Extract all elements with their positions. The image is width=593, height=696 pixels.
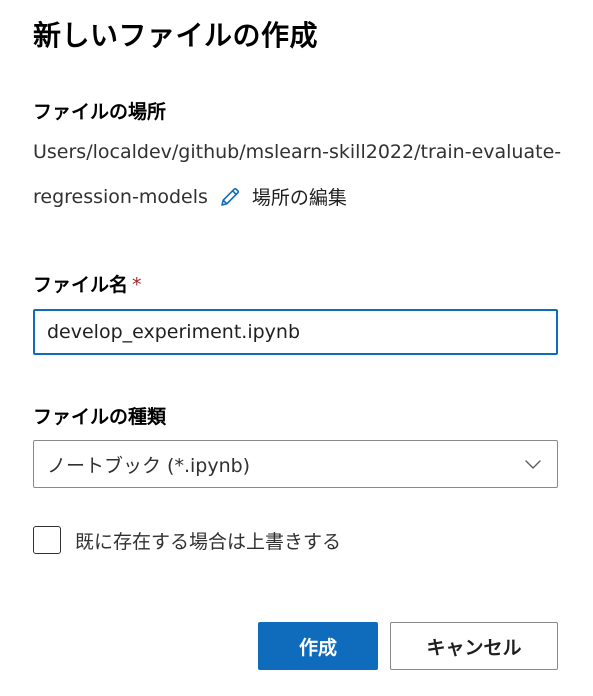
file-location-path-line2: regression-models: [33, 185, 208, 208]
file-name-label-row: ファイル名 *: [33, 270, 142, 297]
pencil-icon: [221, 187, 239, 206]
file-name-field-wrapper: [33, 309, 558, 355]
file-type-selected-value: ノートブック (*.ipynb): [47, 454, 251, 477]
dialog-title: 新しいファイルの作成: [33, 19, 319, 52]
edit-location-link[interactable]: 場所の編集: [218, 183, 347, 210]
required-indicator: *: [132, 274, 142, 296]
create-file-dialog: 新しいファイルの作成 ファイルの場所 Users/localdev/github…: [0, 0, 593, 696]
file-location-label: ファイルの場所: [33, 101, 167, 123]
overwrite-checkbox[interactable]: [33, 526, 61, 554]
file-type-label: ファイルの種類: [33, 406, 167, 428]
edit-location-label: 場所の編集: [251, 187, 347, 209]
chevron-down-icon: [525, 460, 541, 469]
file-location-path-line1: Users/localdev/github/mslearn-skill2022/…: [33, 141, 562, 163]
create-button[interactable]: 作成: [258, 622, 378, 670]
overwrite-checkbox-label[interactable]: 既に存在する場合は上書きする: [75, 527, 341, 554]
file-name-label: ファイル名: [33, 274, 129, 296]
cancel-button[interactable]: キャンセル: [390, 622, 558, 670]
file-type-dropdown[interactable]: ノートブック (*.ipynb): [33, 440, 558, 488]
overwrite-option: 既に存在する場合は上書きする: [33, 526, 341, 554]
file-location-path-row: regression-models 場所の編集: [33, 183, 347, 210]
file-name-input[interactable]: [35, 321, 556, 343]
